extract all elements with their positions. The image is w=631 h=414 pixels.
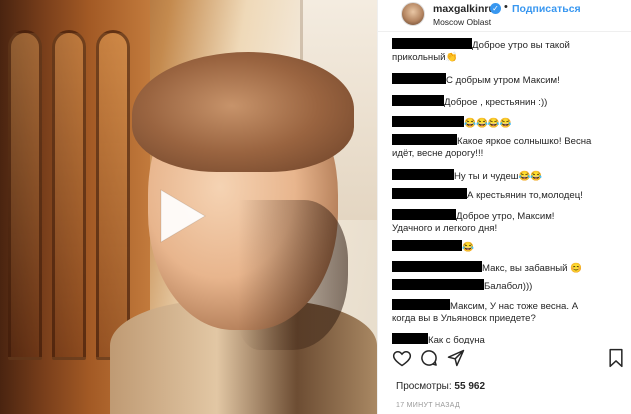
comment: 😂 <box>392 240 628 254</box>
comment-text: С добрым утром Максим! <box>446 75 560 86</box>
comment: когда вы в Ульяновск приедете? <box>392 312 628 325</box>
comment-text: прикольный👏 <box>392 52 458 63</box>
redacted-username <box>392 116 464 127</box>
redacted-username <box>392 188 467 199</box>
comment: Ну ты и чудеш😂😂 <box>392 169 628 183</box>
comment: Как с бодуна <box>392 333 628 344</box>
redacted-username <box>392 240 462 251</box>
comment-text: когда вы в Ульяновск приедете? <box>392 313 536 324</box>
heart-icon[interactable] <box>392 348 412 368</box>
redacted-username <box>392 299 450 310</box>
bookmark-icon[interactable] <box>607 348 625 368</box>
comment: Удачного и легкого дня! <box>392 222 628 235</box>
comment: 😂😂😂😂 <box>392 116 628 130</box>
comment: Максим, У нас тоже весна. А <box>392 299 628 313</box>
comment: прикольный👏 <box>392 51 628 64</box>
comment-text: Доброе утро вы такой <box>472 40 570 51</box>
comment-text: 😂😂😂😂 <box>464 118 512 129</box>
redacted-username <box>392 95 444 106</box>
redacted-username <box>392 209 456 220</box>
comment: Балабол))) <box>392 279 628 293</box>
door-panel <box>8 30 42 360</box>
redacted-username <box>392 38 472 49</box>
comment-text: Доброе , крестьянин :)) <box>444 97 548 108</box>
comment: С добрым утром Максим! <box>392 73 628 87</box>
door-panel <box>96 30 130 360</box>
redacted-username <box>392 279 484 290</box>
action-bar <box>378 348 631 370</box>
follow-button[interactable]: Подписаться <box>512 3 581 15</box>
comment-text: идёт, весне дорогу!!! <box>392 148 484 159</box>
comments-list: Доброе утро вы такой прикольный👏 С добры… <box>378 34 631 344</box>
username-link[interactable]: maxgalkinru <box>433 3 495 15</box>
comment-text: Доброе утро, Максим! <box>456 211 555 222</box>
face-shadow <box>238 200 348 350</box>
views-value: 55 962 <box>454 381 486 392</box>
views-label: Просмотры: <box>396 381 452 392</box>
comment-text: Ну ты и чудеш😂😂 <box>454 171 543 182</box>
play-icon[interactable] <box>155 186 209 246</box>
comment-text: Максим, У нас тоже весна. А <box>450 301 579 312</box>
comment: Макс, вы забавный 😊 <box>392 261 628 275</box>
post-header: maxgalkinru ✓ • Подписаться Moscow Oblas… <box>378 0 631 32</box>
comment: Доброе утро вы такой <box>392 38 628 52</box>
comment-text: Удачного и легкого дня! <box>392 223 498 234</box>
door-panel <box>52 30 86 360</box>
post-sidebar: maxgalkinru ✓ • Подписаться Moscow Oblas… <box>377 0 631 414</box>
comment: Какое яркое солнышко! Весна <box>392 134 628 148</box>
comment-text: Какое яркое солнышко! Весна <box>457 136 592 147</box>
redacted-username <box>392 261 482 272</box>
comment-text: Балабол))) <box>484 281 533 292</box>
person-hair <box>132 52 354 172</box>
comment-text: А крестьянин то,молодец! <box>467 190 583 201</box>
comment-text: 😂 <box>462 242 474 253</box>
redacted-username <box>392 169 454 180</box>
comment: идёт, весне дорогу!!! <box>392 147 628 160</box>
comment-text: Макс, вы забавный 😊 <box>482 263 583 274</box>
comment-text: Как с бодуна <box>428 335 485 344</box>
share-icon[interactable] <box>446 348 466 368</box>
redacted-username <box>392 134 457 145</box>
comment: Доброе , крестьянин :)) <box>392 95 628 109</box>
location-link[interactable]: Moscow Oblast <box>433 17 491 27</box>
redacted-username <box>392 73 446 84</box>
verified-badge-icon: ✓ <box>490 3 501 14</box>
post-video[interactable] <box>0 0 377 414</box>
separator-dot: • <box>504 1 508 13</box>
comment-icon[interactable] <box>419 348 439 368</box>
comment: А крестьянин то,молодец! <box>392 188 628 202</box>
redacted-username <box>392 333 428 344</box>
comment: Доброе утро, Максим! <box>392 209 628 223</box>
avatar[interactable] <box>401 2 425 26</box>
views-count[interactable]: Просмотры: 55 962 <box>396 381 485 392</box>
post-timestamp[interactable]: 17 МИНУТ НАЗАД <box>396 402 460 409</box>
